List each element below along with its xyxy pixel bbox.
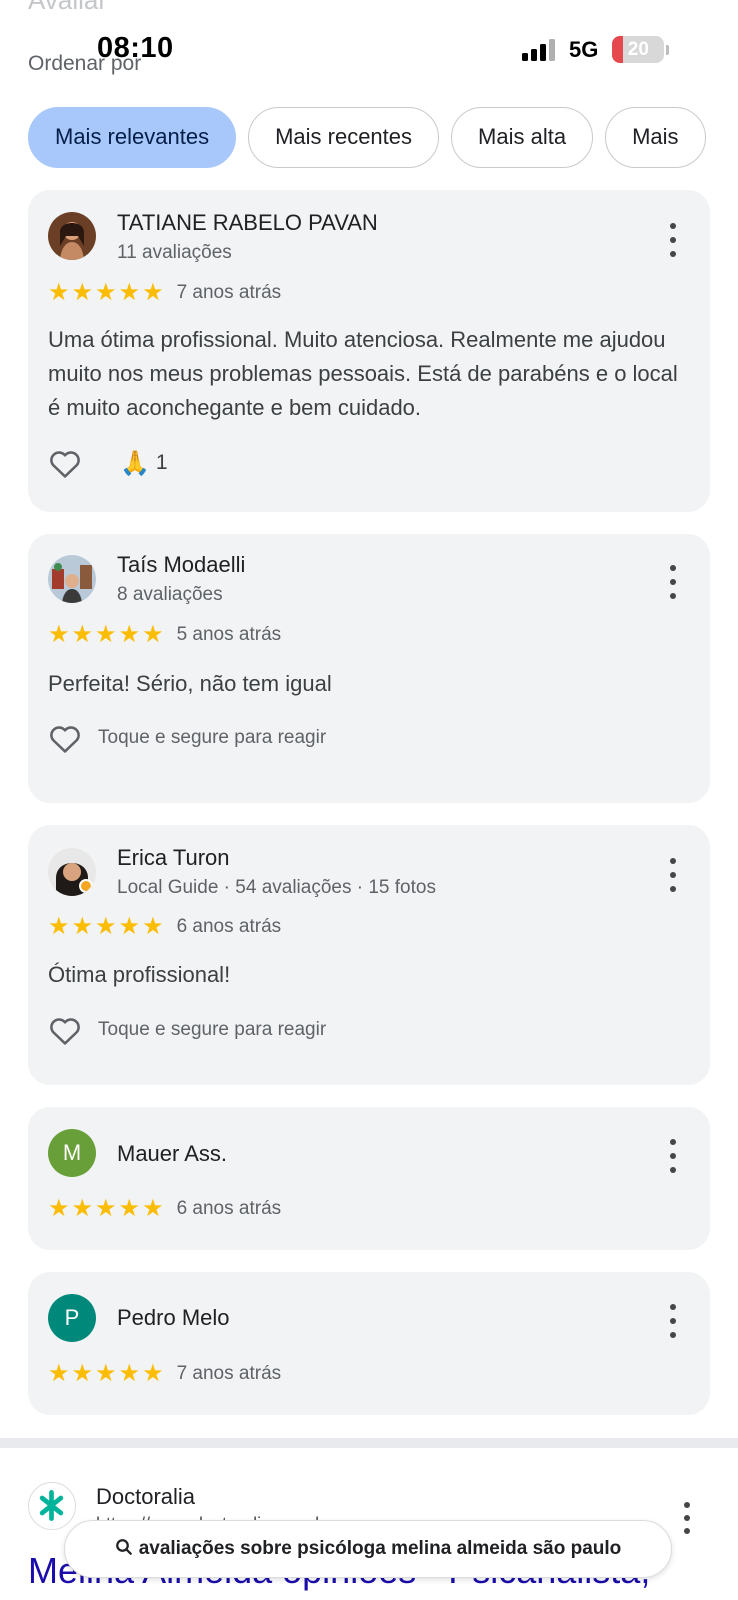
sort-chips: Mais relevantes Mais recentes Mais alta … — [28, 107, 738, 168]
section-title: Avaliar — [28, 0, 108, 15]
site-name[interactable]: Doctoralia — [96, 1484, 195, 1510]
battery-icon: 20 — [612, 36, 665, 63]
chip-mais-alta[interactable]: Mais alta — [451, 107, 594, 168]
review-text: Perfeita! Sério, não tem igual — [48, 671, 332, 696]
top-header: Avaliar Ordenar por 08:10 5G 20 — [0, 0, 738, 92]
star-icon: ★ — [71, 1360, 94, 1387]
star-icon: ★ — [95, 1360, 117, 1387]
star-icon: ★ — [71, 279, 94, 306]
review-time: 6 anos atrás — [176, 916, 282, 937]
star-icon: ★ — [142, 1195, 164, 1222]
review-text: Ótima profissional! — [48, 962, 231, 987]
rating-row: ★ ★ ★ ★ ★ 6 anos atrás — [48, 1197, 281, 1221]
status-indicators: 5G 20 — [522, 36, 670, 63]
star-icon: ★ — [48, 1195, 70, 1222]
chip-mais[interactable]: Mais — [605, 107, 706, 168]
star-rating: ★ ★ ★ ★ ★ — [48, 1197, 164, 1221]
heart-icon[interactable] — [48, 1014, 82, 1046]
reaction-row: Toque e segure para reagir — [48, 1014, 326, 1046]
rating-row: ★ ★ ★ ★ ★ 7 anos atrás — [48, 281, 281, 305]
star-rating: ★ ★ ★ ★ ★ — [48, 281, 164, 305]
reviewer-name[interactable]: Mauer Ass. — [117, 1141, 227, 1167]
star-icon: ★ — [71, 913, 94, 940]
reviewer-name[interactable]: Pedro Melo — [117, 1305, 230, 1331]
review-text: Uma ótima profissional. Muito atenciosa.… — [48, 327, 678, 420]
reaction-count: 1 — [155, 451, 168, 474]
star-icon: ★ — [95, 913, 117, 940]
status-time: 08:10 — [97, 32, 174, 64]
network-type: 5G — [569, 36, 599, 62]
review-card: P Pedro Melo ★ ★ ★ ★ ★ 7 anos atrás — [28, 1272, 710, 1415]
star-icon: ★ — [142, 1360, 164, 1387]
star-icon: ★ — [48, 1360, 70, 1387]
battery-level: 20 — [627, 39, 649, 60]
review-card: Erica Turon Local Guide · 54 avaliações … — [28, 825, 710, 1085]
doctoralia-logo-icon — [28, 1482, 76, 1530]
rating-row: ★ ★ ★ ★ ★ 5 anos atrás — [48, 623, 281, 647]
chip-mais-recentes[interactable]: Mais recentes — [248, 107, 440, 168]
reviewer-meta: 11 avaliações — [117, 242, 232, 263]
rating-row: ★ ★ ★ ★ ★ 7 anos atrás — [48, 1362, 281, 1386]
more-options-icon[interactable] — [666, 565, 680, 599]
more-options-icon[interactable] — [666, 223, 680, 257]
section-divider — [0, 1438, 738, 1448]
review-card: M Mauer Ass. ★ ★ ★ ★ ★ 6 anos atrás — [28, 1107, 710, 1250]
reaction-hint: Toque e segure para reagir — [98, 727, 327, 748]
more-options-icon[interactable] — [666, 1139, 680, 1173]
reaction-hint: Toque e segure para reagir — [98, 1019, 327, 1040]
reviewer-name[interactable]: Taís Modaelli — [117, 552, 245, 578]
star-icon: ★ — [95, 279, 117, 306]
more-options-icon[interactable] — [680, 1502, 694, 1534]
review-card: TATIANE RABELO PAVAN 11 avaliações ★ ★ ★ ★ ★… — [28, 190, 710, 512]
search-query-pill[interactable]: avaliações sobre psicóloga melina almeid… — [64, 1520, 672, 1578]
search-icon — [115, 1538, 133, 1561]
review-time: 6 anos atrás — [176, 1198, 282, 1219]
review-time: 5 anos atrás — [176, 624, 282, 645]
more-options-icon[interactable] — [666, 1304, 680, 1338]
more-options-icon[interactable] — [666, 858, 680, 892]
avatar[interactable] — [48, 848, 96, 896]
star-rating: ★ ★ ★ ★ ★ — [48, 623, 164, 647]
star-icon: ★ — [118, 1195, 141, 1222]
reviewer-meta: 8 avaliações — [117, 584, 223, 605]
star-icon: ★ — [71, 1195, 94, 1222]
heart-icon[interactable] — [48, 722, 82, 754]
avatar[interactable]: P — [48, 1294, 96, 1342]
star-icon: ★ — [142, 621, 164, 648]
avatar[interactable] — [48, 212, 96, 260]
star-icon: ★ — [95, 621, 117, 648]
star-icon: ★ — [48, 913, 70, 940]
star-icon: ★ — [71, 621, 94, 648]
star-icon: ★ — [118, 913, 141, 940]
star-icon: ★ — [48, 621, 70, 648]
review-time: 7 anos atrás — [176, 282, 282, 303]
reviewer-name[interactable]: Erica Turon — [117, 845, 230, 871]
star-rating: ★ ★ ★ ★ ★ — [48, 1362, 164, 1386]
star-icon: ★ — [118, 1360, 141, 1387]
star-icon: ★ — [118, 279, 141, 306]
star-icon: ★ — [142, 279, 164, 306]
reaction-row: 🙏 1 — [48, 447, 168, 479]
heart-icon[interactable] — [48, 447, 82, 479]
battery-tip — [666, 44, 670, 55]
reviewer-name[interactable]: TATIANE RABELO PAVAN — [117, 210, 378, 236]
reaction-emoji[interactable]: 🙏 — [120, 449, 150, 478]
star-icon: ★ — [95, 1195, 117, 1222]
star-icon: ★ — [142, 913, 164, 940]
star-rating: ★ ★ ★ ★ ★ — [48, 915, 164, 939]
avatar[interactable]: M — [48, 1129, 96, 1177]
reviewer-meta: Local Guide · 54 avaliações · 15 fotos — [117, 877, 436, 898]
star-icon: ★ — [118, 621, 141, 648]
rating-row: ★ ★ ★ ★ ★ 6 anos atrás — [48, 915, 281, 939]
chip-mais-relevantes[interactable]: Mais relevantes — [28, 107, 237, 168]
avatar[interactable] — [48, 555, 96, 603]
review-card: Taís Modaelli 8 avaliações ★ ★ ★ ★ ★ 5 anos … — [28, 534, 710, 803]
search-query-text: avaliações sobre psicóloga melina almeid… — [138, 1538, 622, 1559]
star-icon: ★ — [48, 279, 70, 306]
reaction-row: Toque e segure para reagir — [48, 722, 326, 754]
signal-icon — [522, 38, 555, 61]
review-time: 7 anos atrás — [176, 1363, 282, 1384]
